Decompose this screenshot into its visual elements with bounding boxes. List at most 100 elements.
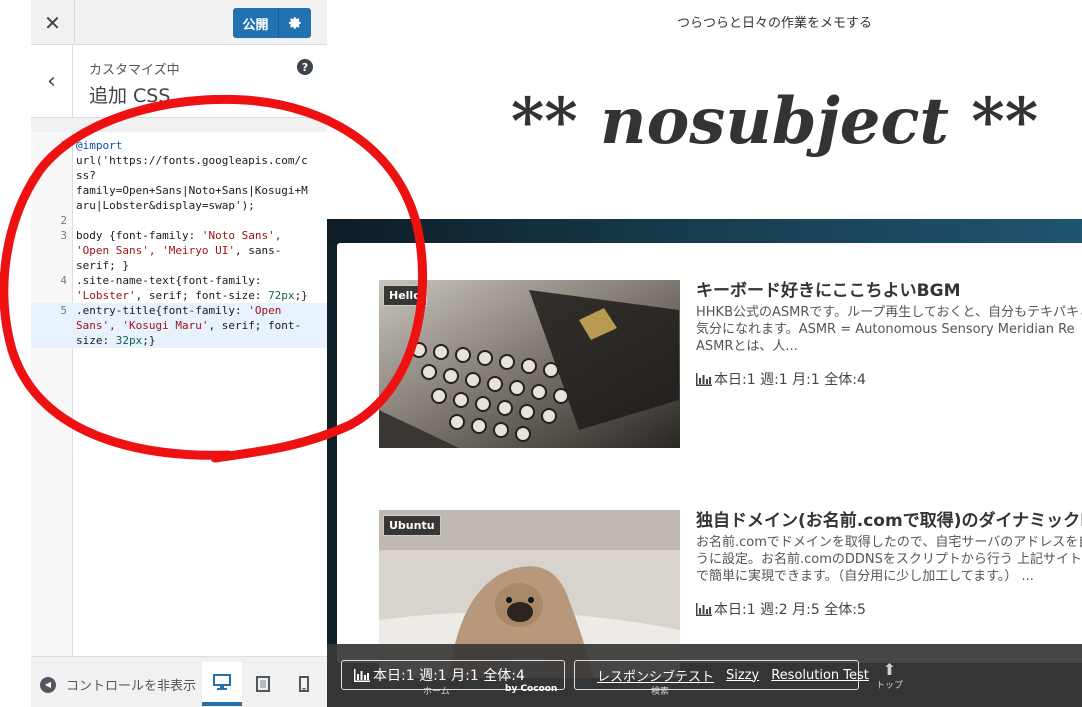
back-button[interactable]: ‹ xyxy=(31,45,73,118)
code-text: @import xyxy=(76,139,122,152)
help-icon[interactable]: ? xyxy=(297,59,313,75)
bar-chart-icon xyxy=(354,668,370,682)
resolution-test-link[interactable]: Resolution Test xyxy=(771,668,869,683)
code-token: Sans', 'Kosugi Maru' xyxy=(76,319,209,332)
code-line[interactable]: 1 @import xyxy=(31,138,327,153)
code-line[interactable]: 2 xyxy=(31,213,327,228)
code-token: , serif; font-size: xyxy=(135,289,269,302)
code-line[interactable]: serif; } xyxy=(31,258,327,273)
code-text: Sans', 'Kosugi Maru', serif; font- xyxy=(76,319,301,332)
customizer-footer: ◀ コントロールを非表示 xyxy=(31,656,327,707)
entry-thumbnail-typewriter[interactable]: Hello xyxy=(379,280,680,448)
css-code-editor[interactable]: 1 @import url('https://fonts.googleapis.co… xyxy=(31,118,327,656)
entry-snippet: お名前.comでドメインを取得したので、自宅サーバのアドレスを自動的 うに設定。… xyxy=(696,535,1082,584)
code-line[interactable]: ss? xyxy=(31,168,327,183)
line-number: 1 xyxy=(60,139,67,152)
code-token: , serif; font- xyxy=(208,319,302,332)
code-token: 'Open Sans', 'Meiryo UI' xyxy=(76,244,235,257)
footer-stats-text: 本日:1 週:1 月:1 全体:4 xyxy=(373,668,525,684)
publish-settings-button[interactable] xyxy=(279,8,311,38)
code-text: ss? xyxy=(76,169,96,182)
code-token: ;} xyxy=(142,334,156,347)
code-line[interactable]: size: 32px;} xyxy=(31,333,327,348)
code-text: .entry-title{font-family: 'Open xyxy=(76,304,281,317)
site-name[interactable]: ** nosubject ** xyxy=(327,84,1082,159)
code-line[interactable]: url('https://fonts.googleapis.com/c xyxy=(31,153,327,168)
category-label[interactable]: Hello xyxy=(383,285,427,306)
code-line[interactable]: Sans', 'Kosugi Maru', serif; font- xyxy=(31,318,327,333)
line-number: 3 xyxy=(60,229,67,242)
code-token: {font-family: xyxy=(109,229,202,242)
screenshot-root: ✕ 公開 ‹ カスタマイズ中 追加 CSS ? 1 @import url('htt… xyxy=(0,0,1082,707)
entry-snippet: HHKB公式のASMRです。ループ再生しておくと、自分もテキパキと働 気分になれ… xyxy=(696,305,1082,354)
code-token: @import xyxy=(76,139,123,152)
hide-controls-button[interactable]: ◀ コントロールを非表示 xyxy=(40,675,196,694)
code-line[interactable]: 'Open Sans', 'Meiryo UI', sans- xyxy=(31,243,327,258)
code-line[interactable]: aru|Lobster&display=swap'); xyxy=(31,198,327,213)
mobile-footer-bar: ホーム 検索 ⬆ トップ 本日:1 週:1 月:1 全体:4 by Cocoon… xyxy=(327,644,1082,707)
entry-stats: 本日:1 週:2 月:5 全体:5 xyxy=(696,599,866,619)
entry-title[interactable]: キーボード好きにここちよいBGM xyxy=(696,276,961,301)
code-line[interactable]: family=Open+Sans|Noto+Sans|Kosugi+M xyxy=(31,183,327,198)
code-line[interactable]: 3 body {font-family: 'Noto Sans', xyxy=(31,228,327,243)
code-token: aru|Lobster&display=swap'); xyxy=(76,199,255,212)
code-token: 'Open xyxy=(248,304,282,317)
code-token: 72px xyxy=(268,289,295,302)
site-preview: つらつらと日々の作業をメモする ** nosubject ** Hello キー… xyxy=(327,0,1082,707)
category-label[interactable]: Ubuntu xyxy=(383,515,441,536)
section-header: ‹ カスタマイズ中 追加 CSS ? xyxy=(31,45,327,118)
responsive-test-link[interactable]: レスポンシブテスト xyxy=(597,666,714,685)
chevron-left-icon: ‹ xyxy=(47,69,56,94)
code-token: size: xyxy=(76,334,116,347)
line-number: 2 xyxy=(60,214,67,227)
code-text: 'Open Sans', 'Meiryo UI', sans- xyxy=(76,244,281,257)
code-token: family=Open+Sans|Noto+Sans|Kosugi+M xyxy=(76,184,308,197)
site-tagline: つらつらと日々の作業をメモする xyxy=(676,16,872,31)
gear-icon xyxy=(288,17,301,29)
preview-mobile-button[interactable] xyxy=(284,662,324,706)
code-text: family=Open+Sans|Noto+Sans|Kosugi+M xyxy=(76,184,308,197)
close-icon: ✕ xyxy=(44,10,61,35)
bar-chart-icon xyxy=(696,372,712,386)
header-image-strip xyxy=(327,219,1082,245)
code-token: .site-name-text xyxy=(76,274,176,287)
collapse-icon: ◀ xyxy=(40,676,56,693)
desktop-icon xyxy=(213,674,231,690)
code-token: url('https://fonts.googleapis.com/c xyxy=(76,154,308,167)
entry-title[interactable]: 独自ドメイン(お名前.comで取得)のダイナミックDNS xyxy=(696,506,1082,531)
code-line[interactable]: 'Lobster', serif; font-size: 72px;} xyxy=(31,288,327,303)
tablet-icon xyxy=(256,676,270,692)
code-token: {font-family: xyxy=(155,304,249,317)
arrow-up-icon: ⬆ xyxy=(882,660,897,679)
code-token: ss? xyxy=(76,169,96,182)
code-token: 'Noto Sans', xyxy=(201,229,282,242)
publish-button[interactable]: 公開 xyxy=(233,8,279,38)
code-text: .site-name-text{font-family: xyxy=(76,274,261,287)
code-text: url('https://fonts.googleapis.com/c xyxy=(76,154,308,167)
by-cocoon-label: by Cocoon xyxy=(505,684,558,694)
preview-tablet-button[interactable] xyxy=(243,662,283,706)
code-token: body xyxy=(76,229,110,242)
code-line[interactable]: 5 .entry-title{font-family: 'Open xyxy=(31,303,327,318)
line-number: 4 xyxy=(60,274,67,287)
publish-group: 公開 xyxy=(233,8,311,38)
line-number: 5 xyxy=(60,304,67,317)
entry-list: Hello キーボード好きにここちよいBGM HHKB公式のASMRです。ループ… xyxy=(337,243,1082,678)
code-token: 'Lobster' xyxy=(76,289,136,302)
hide-controls-label: コントロールを非表示 xyxy=(66,679,197,694)
customizer-header: ✕ 公開 xyxy=(31,0,327,45)
mobile-icon xyxy=(299,676,309,692)
code-token: ;} xyxy=(294,289,308,302)
sizzy-link[interactable]: Sizzy xyxy=(726,668,759,683)
code-token: serif; } xyxy=(76,259,129,272)
section-title: 追加 CSS xyxy=(89,85,171,107)
code-token: .entry-title xyxy=(76,304,156,317)
bar-chart-icon xyxy=(696,602,712,616)
responsive-test-box: レスポンシブテスト Sizzy Resolution Test xyxy=(574,660,869,690)
menu-top-button[interactable]: ⬆ トップ xyxy=(876,660,903,692)
entry-card[interactable]: Hello キーボード好きにここちよいBGM HHKB公式のASMRです。ループ… xyxy=(379,280,1082,450)
close-customizer-button[interactable]: ✕ xyxy=(31,0,75,45)
code-line[interactable]: 4 .site-name-text{font-family: xyxy=(31,273,327,288)
preview-desktop-button[interactable] xyxy=(202,662,242,706)
